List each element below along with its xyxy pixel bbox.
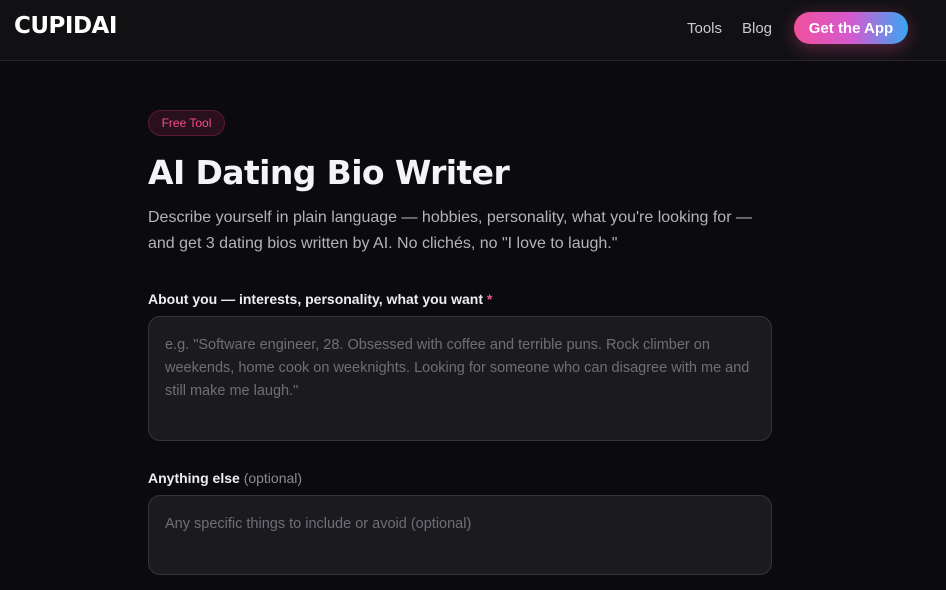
page-subtitle: Describe yourself in plain language — ho… [148,209,752,252]
anything-else-label-text: Anything else [148,470,244,486]
free-tool-badge: Free Tool [148,110,225,136]
nav-link-blog[interactable]: Blog [742,19,772,39]
page-title: AI Dating Bio Writer [148,153,510,192]
optional-note: (optional) [243,470,303,486]
get-the-app-button[interactable]: Get the App [794,12,908,44]
anything-else-textarea[interactable] [148,495,772,575]
about-you-textarea[interactable] [148,316,772,441]
about-you-label: About you — interests, personality, what… [148,290,492,308]
cupidai-logo[interactable]: CUPIDAI [14,13,117,39]
top-nav: CUPIDAI Tools Blog Get the App [0,0,946,61]
about-you-label-text: About you — interests, personality, what… [148,291,487,307]
required-asterisk: * [486,291,493,307]
nav-link-tools[interactable]: Tools [687,19,722,39]
anything-else-label: Anything else (optional) [148,469,302,487]
